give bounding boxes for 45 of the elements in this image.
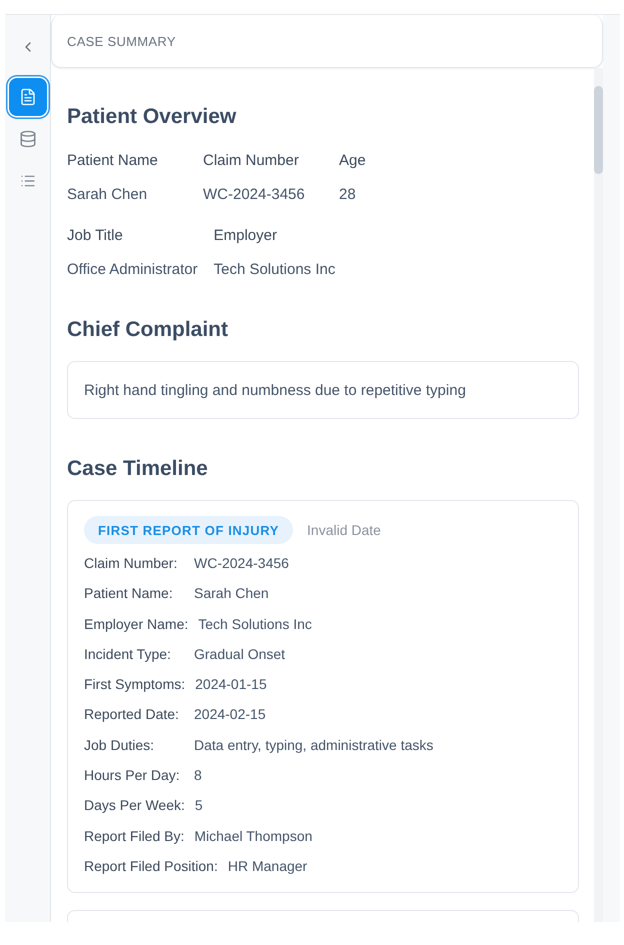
section-heading: Chief Complaint xyxy=(67,317,229,343)
entry-label: Reported Date: xyxy=(84,705,180,724)
complaint-text: Right hand tingling and numbness due to repetitive typing xyxy=(84,382,466,398)
field-label: Age xyxy=(339,151,367,171)
field-value: Tech Solutions Inc xyxy=(214,260,336,280)
entry-label: Job Duties: xyxy=(84,736,156,755)
database-icon xyxy=(18,130,36,148)
entry-type-badge: FIRST REPORT OF INJURY xyxy=(84,516,294,544)
document-nav-button[interactable] xyxy=(8,78,46,116)
entry-label: Days Per Week: xyxy=(84,796,185,816)
scrollbar-track[interactable] xyxy=(594,68,603,922)
entry-value: HR Manager xyxy=(228,856,308,876)
entry-value: Gradual Onset xyxy=(194,644,286,664)
entry-value: Tech Solutions Inc xyxy=(198,614,312,634)
entry-value: WC-2024-3456 xyxy=(194,554,289,573)
entry-label: Claim Number: xyxy=(84,554,178,573)
section-heading: Case Timeline xyxy=(67,456,209,482)
field-value: WC-2024-3456 xyxy=(203,185,306,205)
list-icon xyxy=(20,173,36,189)
entry-value: 2024-01-15 xyxy=(195,675,267,694)
entry-date: Invalid Date xyxy=(307,522,381,538)
scrollbar-thumb[interactable] xyxy=(594,86,603,174)
entry-label: Employer Name: xyxy=(84,614,188,634)
entry-label: Report Filed Position: xyxy=(84,856,218,876)
entry-label: Hours Per Day: xyxy=(84,766,181,786)
entry-value: Data entry, typing, administrative tasks xyxy=(194,736,434,755)
entry-value: 2024-02-15 xyxy=(194,705,266,724)
field-label: Claim Number xyxy=(203,151,300,171)
header-title: CASE SUMMARY xyxy=(67,34,176,48)
entry-value: 8 xyxy=(194,766,202,786)
section-heading: Patient Overview xyxy=(67,104,238,130)
entry-label: First Symptoms: xyxy=(84,675,186,694)
entry-label: Report Filed By: xyxy=(84,826,184,846)
field-label: Job Title xyxy=(67,226,124,246)
field-value: Sarah Chen xyxy=(67,185,148,205)
field-label: Employer xyxy=(214,226,278,246)
field-value: Office Administrator xyxy=(67,260,198,280)
entry-value: 5 xyxy=(194,796,203,816)
field-value: 28 xyxy=(339,185,357,205)
entry-value: Sarah Chen xyxy=(194,584,269,604)
entry-label: Incident Type: xyxy=(84,644,172,664)
entry-value: Michael Thompson xyxy=(194,826,312,846)
entry-label: Patient Name: xyxy=(84,584,174,604)
field-label: Patient Name xyxy=(67,151,159,171)
document-icon xyxy=(18,88,36,106)
